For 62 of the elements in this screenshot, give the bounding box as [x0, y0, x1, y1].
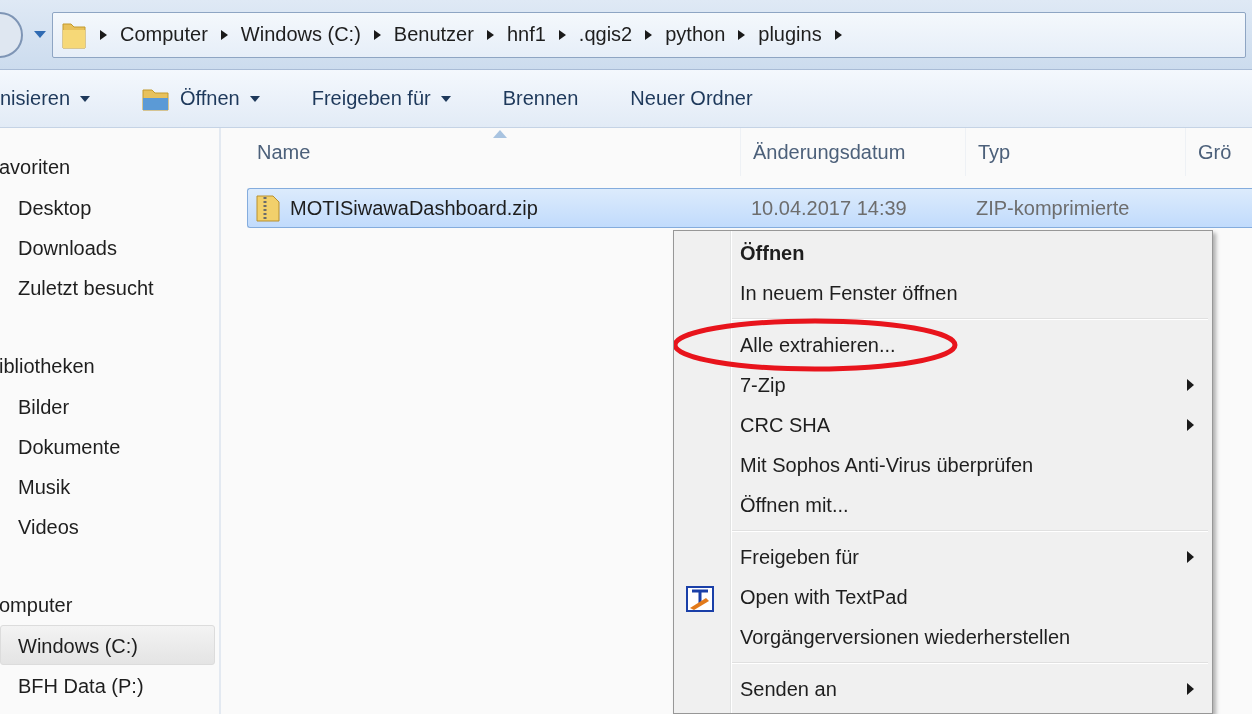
- breadcrumb-arrow-icon: [737, 29, 747, 40]
- column-header[interactable]: Grö: [1185, 128, 1252, 176]
- file-row[interactable]: MOTISiwawaDashboard.zip 10.04.2017 14:39 ZIP-komprimierte: [247, 188, 1252, 228]
- menu-item[interactable]: Öffnen mit...: [674, 485, 1212, 525]
- sidebar-group-title[interactable]: omputer: [0, 585, 73, 625]
- column-header[interactable]: Name: [245, 128, 740, 176]
- toolbar-button[interactable]: Freigeben für: [285, 78, 477, 119]
- submenu-arrow-icon: [1187, 683, 1194, 695]
- textpad-icon: [686, 586, 714, 612]
- breadcrumb-arrow-icon: [485, 29, 495, 40]
- menu-item[interactable]: Vorgängerversionen wiederherstellen: [674, 617, 1212, 657]
- toolbar-button[interactable]: Neuer Ordner: [604, 78, 779, 119]
- toolbar-button[interactable]: nisieren: [0, 78, 117, 119]
- sidebar-item[interactable]: Zuletzt besucht: [0, 267, 215, 307]
- toolbar-button[interactable]: Brennen: [476, 78, 605, 119]
- breadcrumb-item[interactable]: python: [665, 23, 726, 46]
- breadcrumb-arrow-icon: [99, 29, 108, 40]
- breadcrumb-item[interactable]: .qgis2: [578, 23, 633, 46]
- sidebar-item[interactable]: Desktop: [0, 187, 215, 227]
- breadcrumb-item[interactable]: hnf1: [506, 23, 546, 46]
- file-type: ZIP-komprimierte: [976, 196, 1130, 220]
- breadcrumb-item[interactable]: Benutzer: [393, 23, 474, 46]
- breadcrumb-item[interactable]: Computer: [120, 23, 208, 46]
- breadcrumb-item[interactable]: Windows (C:): [240, 23, 361, 46]
- submenu-arrow-icon: [1187, 379, 1194, 391]
- toolbar-button[interactable]: Öffnen: [116, 78, 286, 119]
- caret-icon: [440, 95, 451, 102]
- breadcrumb-arrow-icon: [372, 29, 382, 40]
- dropdown-icon: [34, 30, 46, 39]
- breadcrumb-arrow-icon: [557, 29, 567, 40]
- sidebar-item[interactable]: Bilder: [0, 386, 215, 426]
- sidebar-item[interactable]: Dokumente: [0, 426, 215, 466]
- column-header[interactable]: Änderungsdatum: [740, 128, 965, 176]
- menu-item[interactable]: Freigeben für: [674, 537, 1212, 577]
- breadcrumb-arrow-icon: [833, 29, 843, 40]
- sidebar-group-title[interactable]: avoriten: [0, 147, 71, 187]
- menu-item[interactable]: Open with TextPad: [674, 577, 1212, 617]
- file-name: MOTISiwawaDashboard.zip: [290, 196, 538, 220]
- sort-arrow-icon: [492, 130, 507, 138]
- sidebar-item[interactable]: Musik: [0, 466, 215, 506]
- modified-date: 10.04.2017 14:39: [751, 196, 907, 220]
- menu-item[interactable]: CRC SHA: [674, 405, 1212, 445]
- column-header[interactable]: Typ: [965, 128, 1185, 176]
- submenu-arrow-icon: [1187, 419, 1194, 431]
- sidebar-item[interactable]: BFH Data (P:): [0, 665, 215, 705]
- caret-icon: [249, 95, 260, 102]
- breadcrumb-item[interactable]: plugins: [758, 23, 822, 46]
- sidebar-item[interactable]: Videos: [0, 506, 215, 546]
- menu-item[interactable]: Senden an: [674, 669, 1212, 709]
- sidebar-item[interactable]: Windows (C:): [0, 625, 215, 665]
- menu-item[interactable]: In neuem Fenster öffnen: [674, 273, 1212, 313]
- breadcrumb-arrow-icon: [219, 29, 229, 40]
- sidebar-item[interactable]: Downloads: [0, 227, 215, 267]
- sidebar-group-title[interactable]: ibliotheken: [0, 346, 95, 386]
- menu-item[interactable]: Öffnen: [674, 233, 1212, 273]
- zip-folder-icon: [256, 194, 280, 222]
- caret-icon: [80, 95, 91, 102]
- menu-item[interactable]: Mit Sophos Anti-Virus überprüfen: [674, 445, 1212, 485]
- menu-item[interactable]: Alle extrahieren...: [674, 325, 1212, 365]
- breadcrumb-arrow-icon: [644, 29, 654, 40]
- submenu-arrow-icon: [1187, 551, 1194, 563]
- menu-item[interactable]: 7-Zip: [674, 365, 1212, 405]
